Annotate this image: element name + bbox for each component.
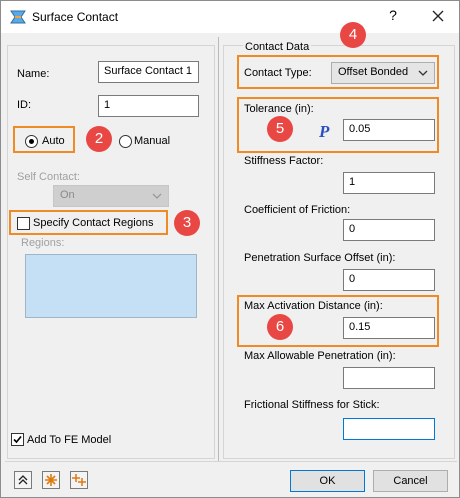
penetration-offset-label: Penetration Surface Offset (in): [244, 252, 396, 264]
multi-spark-icon[interactable] [70, 471, 88, 489]
badge-2: 2 [86, 126, 112, 152]
manual-label: Manual [134, 135, 171, 147]
name-label: Name: [17, 68, 50, 80]
chevron-down-icon [152, 193, 162, 199]
footer-divider [5, 461, 457, 462]
title-bar: Surface Contact ? [1, 1, 459, 33]
ok-button[interactable]: OK [290, 470, 365, 492]
add-to-fe-label: Add To FE Model [27, 434, 112, 446]
close-icon[interactable] [429, 7, 447, 25]
friction-field[interactable]: 0 [343, 219, 435, 241]
max-allowable-field[interactable] [343, 367, 435, 389]
stiffness-field[interactable]: 1 [343, 172, 435, 194]
regions-label: Regions: [21, 237, 65, 249]
penetration-offset-field[interactable]: 0 [343, 269, 435, 291]
badge-5: 5 [267, 116, 293, 142]
manual-radio[interactable] [119, 135, 132, 148]
window-title: Surface Contact [32, 10, 119, 24]
contact-data-title: Contact Data [243, 41, 312, 53]
frictional-stiffness-label: Frictional Stiffness for Stick: [244, 399, 380, 411]
badge-3: 3 [174, 210, 200, 236]
highlight-auto [13, 126, 75, 153]
help-button[interactable]: ? [385, 7, 401, 23]
app-icon [10, 10, 26, 24]
star-burst-icon [45, 474, 57, 486]
self-contact-dropdown: On [53, 185, 169, 207]
add-to-fe-checkbox[interactable] [11, 433, 24, 446]
friction-label: Coefficient of Friction: [244, 204, 351, 216]
star-burst-multi-icon [72, 474, 86, 486]
frictional-stiffness-field[interactable] [343, 418, 435, 440]
id-field[interactable]: 1 [98, 95, 199, 117]
cancel-button[interactable]: Cancel [373, 470, 448, 492]
name-field[interactable]: Surface Contact 1 [98, 61, 199, 83]
max-allowable-label: Max Allowable Penetration (in): [244, 350, 396, 362]
panel-divider [218, 37, 219, 461]
regions-list [25, 254, 197, 318]
badge-4: 4 [340, 22, 366, 48]
self-contact-label: Self Contact: [17, 171, 80, 183]
collapse-icon[interactable] [14, 471, 32, 489]
check-icon [13, 435, 22, 444]
stiffness-label: Stiffness Factor: [244, 155, 324, 167]
self-contact-value: On [60, 189, 75, 201]
badge-6: 6 [267, 314, 293, 340]
highlight-contact-type [237, 55, 439, 89]
highlight-specify-regions [9, 210, 168, 235]
surface-contact-dialog: Surface Contact ? Name: Surface Contact … [0, 0, 460, 498]
double-chevron-up-icon [18, 475, 28, 485]
spark-icon[interactable] [42, 471, 60, 489]
id-label: ID: [17, 99, 32, 111]
